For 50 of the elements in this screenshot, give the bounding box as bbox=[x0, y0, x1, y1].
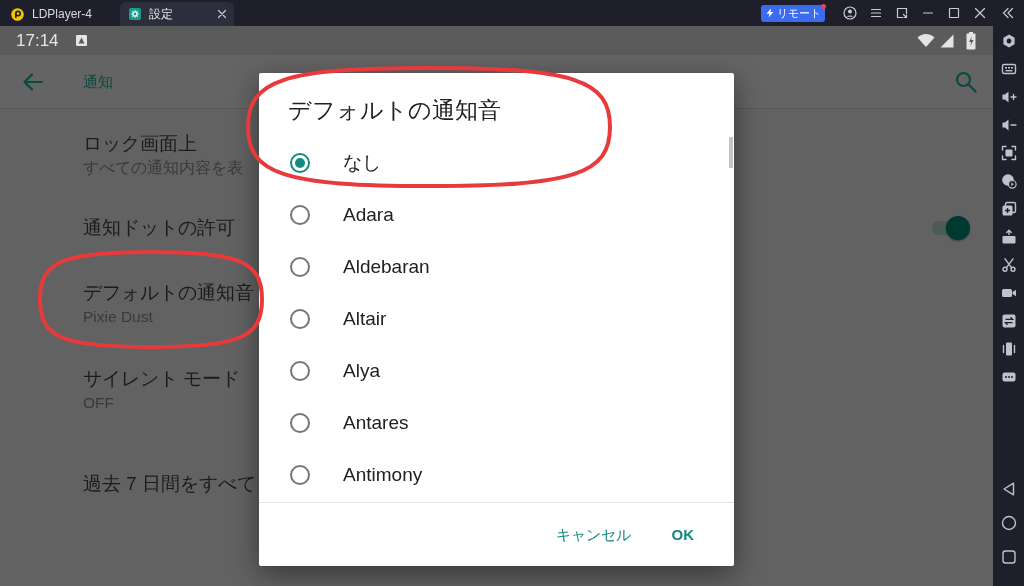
option-label[interactable]: Adara bbox=[343, 203, 394, 227]
speaker-plus-icon[interactable] bbox=[1000, 89, 1017, 105]
upload-box-icon[interactable] bbox=[1000, 229, 1017, 245]
option-label[interactable]: Aldebaran bbox=[343, 255, 430, 279]
tab[interactable]: 設定 bbox=[120, 2, 234, 26]
user-icon[interactable] bbox=[843, 6, 857, 20]
disc-play-icon[interactable] bbox=[1000, 173, 1017, 189]
battery-icon bbox=[966, 31, 976, 50]
close-icon[interactable] bbox=[217, 9, 227, 19]
add-window-icon[interactable] bbox=[1000, 201, 1017, 217]
keyboard-icon[interactable] bbox=[1000, 61, 1017, 77]
menu-icon[interactable] bbox=[869, 6, 883, 20]
collapse-icon[interactable] bbox=[1001, 6, 1015, 20]
notification-icon bbox=[75, 35, 87, 46]
back-icon[interactable] bbox=[1000, 481, 1017, 497]
radio-button[interactable] bbox=[290, 205, 310, 225]
scrollbar-thumb bbox=[729, 137, 733, 168]
close-icon[interactable] bbox=[973, 6, 987, 20]
dialog-button[interactable]: OK bbox=[663, 518, 702, 551]
signal-icon bbox=[940, 33, 954, 48]
speaker-minus-icon[interactable] bbox=[1000, 117, 1017, 133]
toggle-switch[interactable] bbox=[932, 216, 970, 240]
phone-vibrate-icon[interactable] bbox=[1000, 341, 1017, 357]
option-label[interactable]: Altair bbox=[343, 307, 387, 331]
remote-button[interactable]: リモート bbox=[761, 4, 825, 22]
scissors-icon[interactable] bbox=[1000, 257, 1017, 273]
hexagon-icon[interactable] bbox=[1000, 33, 1017, 49]
dialog-title: デフォルトの通知音 bbox=[288, 97, 501, 123]
lightning-icon bbox=[765, 8, 775, 18]
option-label[interactable]: Antimony bbox=[343, 463, 423, 487]
radio-button[interactable] bbox=[290, 153, 310, 173]
app-bar-title: 通知 bbox=[83, 71, 113, 92]
radio-button[interactable] bbox=[290, 257, 310, 277]
swap-icon[interactable] bbox=[1000, 313, 1017, 329]
radio-button[interactable] bbox=[290, 361, 310, 381]
radio-button[interactable] bbox=[290, 413, 310, 433]
option-label[interactable]: Antares bbox=[343, 411, 409, 435]
dialog-button[interactable]: キャンセル bbox=[547, 518, 639, 551]
recents-icon[interactable] bbox=[1000, 549, 1017, 565]
radio-button[interactable] bbox=[290, 309, 310, 329]
gear-icon bbox=[129, 8, 141, 20]
maximize-icon[interactable] bbox=[947, 6, 961, 20]
home-icon[interactable] bbox=[1000, 515, 1017, 531]
radio-button[interactable] bbox=[290, 465, 310, 485]
app-logo-icon bbox=[11, 7, 24, 21]
option-label[interactable]: Alya bbox=[343, 359, 380, 383]
option-label[interactable]: なし bbox=[343, 151, 381, 175]
fullscreen-icon[interactable] bbox=[1000, 145, 1017, 161]
window-resize-icon[interactable] bbox=[895, 6, 909, 20]
status-time: 17:14 bbox=[16, 30, 59, 51]
